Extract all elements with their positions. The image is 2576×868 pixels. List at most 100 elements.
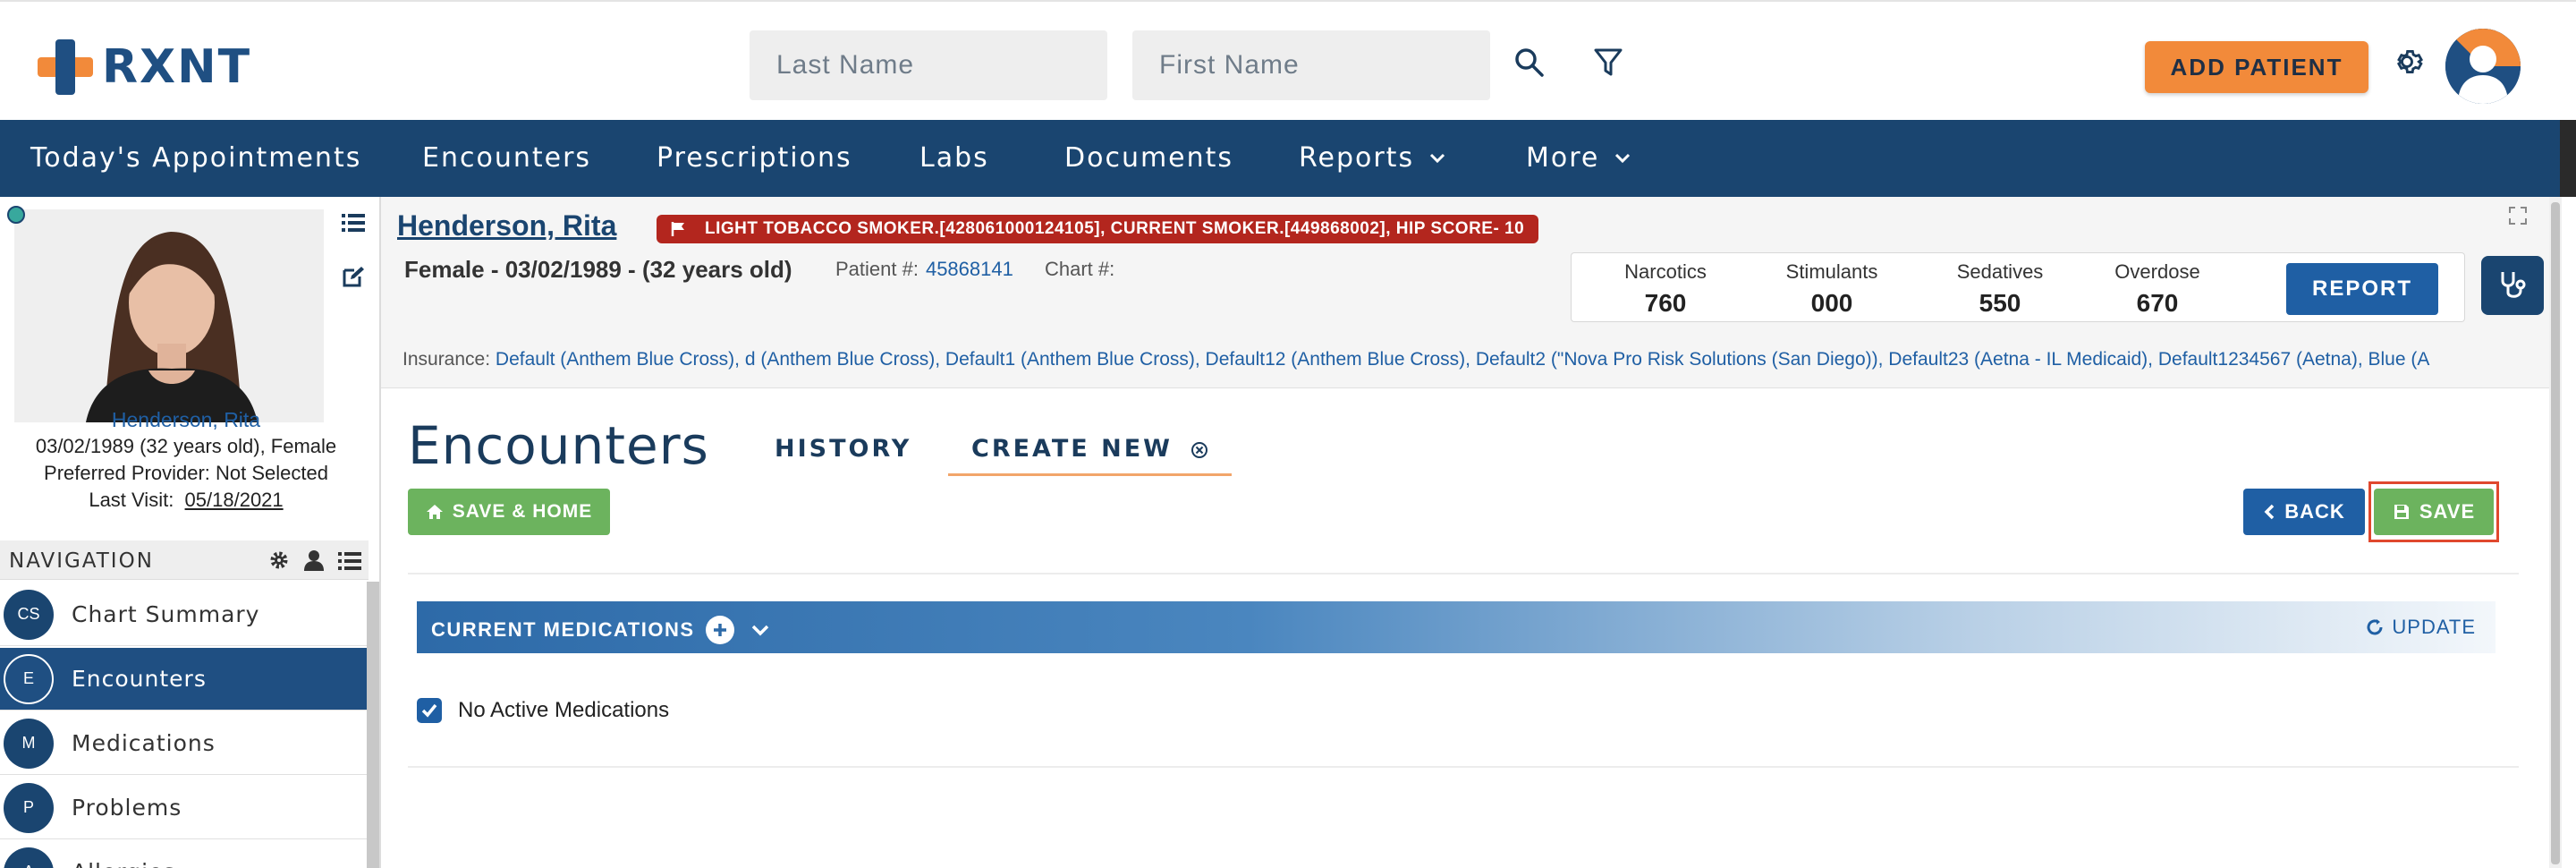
tab-create-new[interactable]: CREATE NEW: [948, 435, 1233, 476]
update-label: UPDATE: [2392, 616, 2476, 638]
pdmp-label: Overdose: [2114, 260, 2200, 283]
rxnt-cross-icon: [34, 36, 97, 98]
side-nav-encounters[interactable]: E Encounters: [0, 648, 367, 711]
search-icon[interactable]: [1510, 43, 1549, 82]
last-visit: Last Visit: 05/18/2021: [0, 489, 372, 512]
nav-prescriptions[interactable]: Prescriptions: [657, 120, 852, 197]
user-icon[interactable]: [304, 549, 324, 574]
add-patient-button[interactable]: ADD PATIENT: [2145, 41, 2368, 93]
first-name-input[interactable]: [1132, 30, 1490, 100]
save-button[interactable]: SAVE: [2374, 489, 2494, 535]
side-panel-scrollbar[interactable]: [367, 582, 379, 868]
content-scrollbar[interactable]: [2549, 197, 2562, 868]
side-nav-badge: M: [4, 718, 54, 769]
pdmp-label: Stimulants: [1785, 260, 1878, 283]
side-nav-label: Problems: [72, 795, 182, 821]
list-icon[interactable]: [342, 213, 365, 236]
flag-icon: [671, 222, 684, 236]
patient-dob: 03/02/1989 (32 years old), Female: [35, 435, 337, 457]
patient-alert-text: LIGHT TOBACCO SMOKER.[428061000124105], …: [705, 219, 1525, 238]
patient-side-panel: Henderson, Rita 03/02/1989 (32 years old…: [0, 197, 379, 868]
main-nav-bar: Today's Appointments Encounters Prescrip…: [0, 120, 2576, 197]
chevron-down-icon: [1430, 153, 1445, 164]
nav-encounters[interactable]: Encounters: [422, 120, 591, 197]
logo-text: RXNT: [102, 40, 252, 94]
chart-number-label: Chart #:: [1045, 258, 1115, 280]
last-name-input[interactable]: [750, 30, 1107, 100]
side-nav-badge: CS: [4, 589, 54, 640]
close-circle-icon[interactable]: [1191, 441, 1208, 459]
rxnt-logo[interactable]: RXNT: [34, 36, 251, 98]
side-nav-problems[interactable]: P Problems: [0, 777, 367, 839]
divider: [408, 766, 2519, 768]
checkbox-checked-icon[interactable]: [417, 698, 442, 723]
user-avatar[interactable]: [2445, 29, 2521, 104]
nav-documents[interactable]: Documents: [1064, 120, 1233, 197]
filter-icon[interactable]: [1589, 43, 1628, 82]
current-medications-label: CURRENT MEDICATIONS: [431, 618, 695, 641]
side-nav-medications[interactable]: M Medications: [0, 712, 367, 775]
chevron-down-icon[interactable]: [750, 623, 770, 637]
stethoscope-icon: [2501, 272, 2526, 298]
current-medications-title[interactable]: CURRENT MEDICATIONS: [431, 616, 770, 644]
page-title: Encounters: [408, 415, 709, 476]
app-root: RXNT ADD PATIENT Today's Appointments En…: [0, 0, 2576, 868]
nav-todays-appointments[interactable]: Today's Appointments: [30, 120, 361, 197]
side-nav-label: Allergies: [72, 859, 175, 868]
add-medication-icon[interactable]: [705, 616, 734, 644]
pdmp-value: 670: [2136, 289, 2179, 317]
nav-list-icon[interactable]: [338, 551, 361, 574]
floppy-disk-icon: [2394, 505, 2409, 519]
tab-history[interactable]: HISTORY: [775, 435, 911, 463]
stethoscope-button[interactable]: [2481, 256, 2544, 315]
save-and-home-button[interactable]: SAVE & HOME: [408, 489, 610, 535]
pdmp-value: 000: [1810, 289, 1853, 317]
refresh-icon: [2367, 619, 2383, 635]
insurance-value[interactable]: Default (Anthem Blue Cross), d (Anthem B…: [496, 349, 2429, 370]
no-active-medications-checkbox[interactable]: No Active Medications: [417, 698, 669, 723]
back-button[interactable]: BACK: [2243, 489, 2365, 535]
pdmp-sedatives: Sedatives 550: [1933, 260, 2067, 318]
online-status-dot: [7, 206, 25, 224]
expand-icon[interactable]: [2508, 206, 2528, 229]
patient-alert-badge[interactable]: LIGHT TOBACCO SMOKER.[428061000124105], …: [657, 215, 1539, 243]
pdmp-value: 760: [1644, 289, 1687, 317]
tab-create-new-label: CREATE NEW: [971, 435, 1173, 463]
pdmp-label: Sedatives: [1956, 260, 2044, 283]
no-active-medications-label: No Active Medications: [458, 698, 670, 722]
divider: [408, 573, 2519, 574]
side-nav-badge: A: [4, 847, 54, 868]
side-nav-label: Medications: [72, 730, 216, 756]
save-and-home-label: SAVE & HOME: [452, 501, 593, 522]
side-nav-badge: E: [4, 653, 54, 704]
top-header: RXNT ADD PATIENT: [0, 0, 2576, 120]
pdmp-value: 550: [1979, 289, 2021, 317]
pdmp-overdose: Overdose 670: [2090, 260, 2224, 318]
back-label: BACK: [2284, 500, 2345, 523]
pdmp-report-button[interactable]: REPORT: [2286, 263, 2438, 315]
settings-gear-icon[interactable]: [2388, 43, 2426, 81]
nav-more[interactable]: More: [1526, 120, 1631, 197]
preferred-provider: Preferred Provider: Not Selected: [44, 462, 328, 484]
insurance-label: Insurance:: [402, 349, 491, 370]
nav-settings-icon[interactable]: [268, 549, 290, 574]
side-nav-chart-summary[interactable]: CS Chart Summary: [0, 583, 367, 646]
patient-name-link[interactable]: Henderson, Rita: [0, 408, 372, 432]
last-visit-date[interactable]: 05/18/2021: [185, 489, 284, 511]
insurance-line: Insurance: Default (Anthem Blue Cross), …: [402, 349, 2549, 370]
edit-icon[interactable]: [342, 265, 367, 292]
home-icon: [426, 505, 443, 519]
save-label: SAVE: [2419, 500, 2476, 523]
nav-labs[interactable]: Labs: [919, 120, 989, 197]
nav-reports[interactable]: Reports: [1299, 120, 1446, 197]
patient-name-header[interactable]: Henderson, Rita: [397, 209, 616, 243]
update-medications-button[interactable]: UPDATE: [2365, 616, 2476, 639]
pdmp-narcotics: Narcotics 760: [1598, 260, 1733, 318]
patient-header-bar: Henderson, Rita LIGHT TOBACCO SMOKER.[42…: [381, 197, 2555, 388]
chevron-down-icon: [1615, 153, 1631, 164]
side-nav-allergies[interactable]: A Allergies: [0, 841, 367, 868]
navigation-label: NAVIGATION: [9, 549, 154, 573]
patient-number-value[interactable]: 45868141: [926, 258, 1013, 280]
side-nav-label: Encounters: [72, 666, 207, 692]
pdmp-label: Narcotics: [1624, 260, 1707, 283]
